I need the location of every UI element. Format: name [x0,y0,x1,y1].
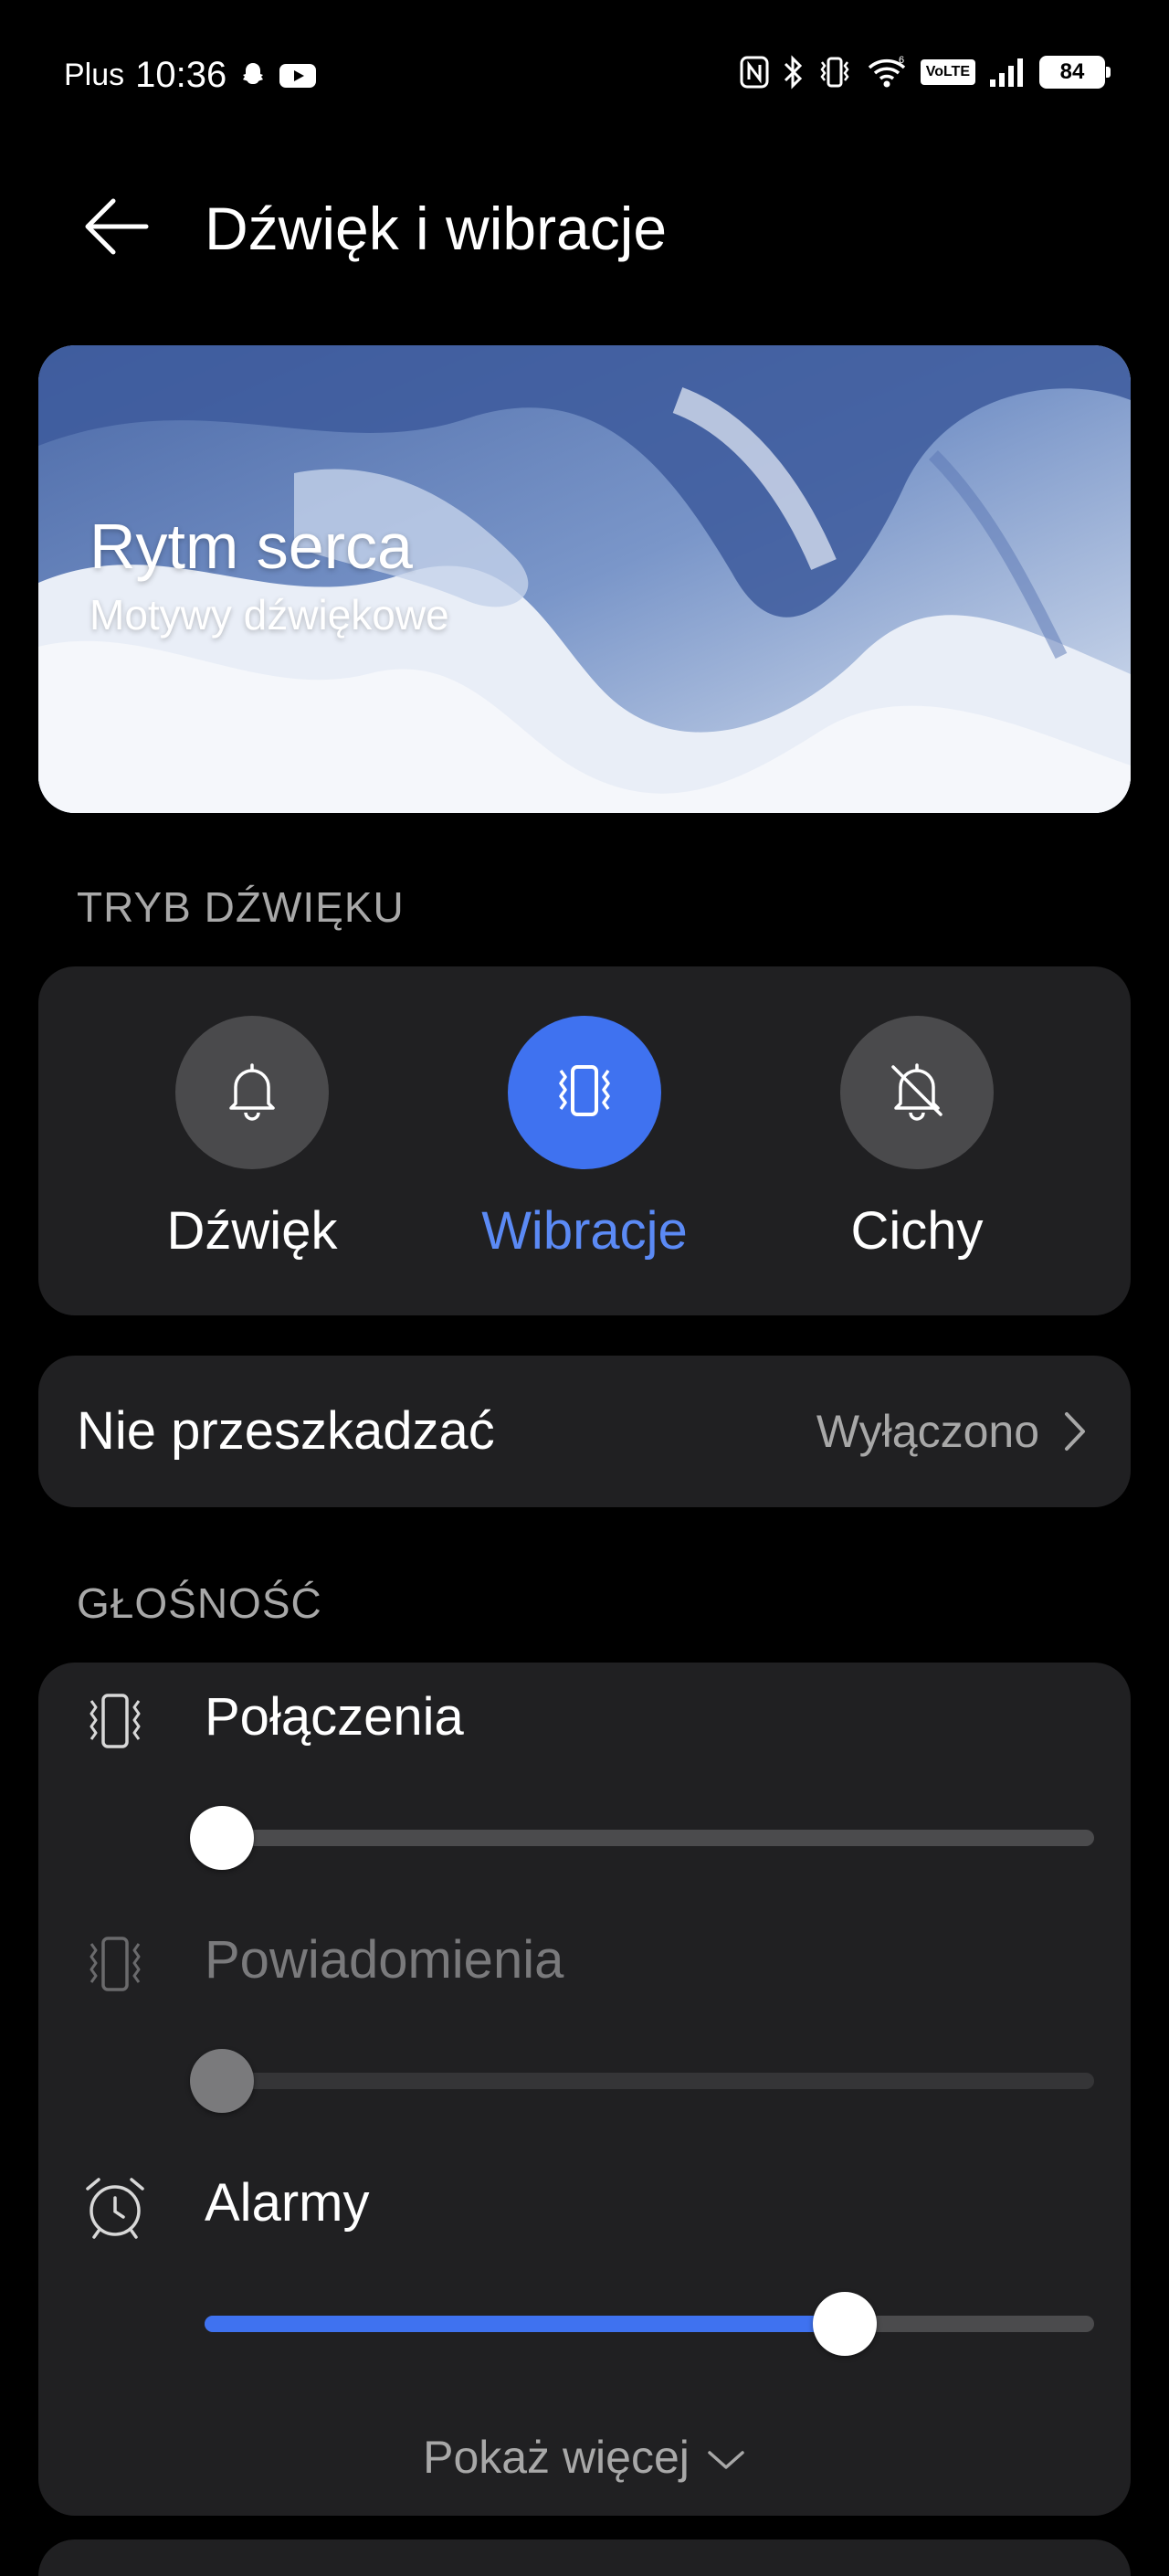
dnd-status: Wyłączono [816,1406,1039,1457]
alarm-clock-icon [79,2170,152,2243]
volume-label: Powiadomienia [205,1930,564,1990]
back-button[interactable] [71,183,163,274]
show-more-button[interactable]: Pokaż więcej [38,2412,1131,2503]
mode-sound-button[interactable] [175,1016,329,1169]
sound-mode-card: Dźwięk Wibracje Cichy [38,966,1131,1315]
vibrate-icon [79,1684,152,1758]
volume-slider-notifications[interactable] [190,2049,1094,2113]
mode-sound-label: Dźwięk [166,1201,338,1261]
banner-title: Rytm serca [90,511,413,582]
wifi-badge: 6 [899,55,904,66]
bluetooth-icon [782,55,804,90]
battery-icon: 84 [1039,56,1111,89]
carrier-name: Plus [64,58,125,92]
volume-slider-alarms[interactable] [205,2292,1094,2356]
dnd-title: Nie przeszkadzać [77,1401,495,1461]
slider-fill [205,2316,846,2332]
slider-thumb[interactable] [813,2292,878,2356]
mode-silent-label: Cichy [850,1201,984,1261]
vibrate-icon [548,1058,621,1128]
chevron-right-icon [1061,1409,1089,1459]
youtube-icon [279,62,317,90]
bell-icon [219,1058,285,1128]
dnd-row[interactable]: Nie przeszkadzać Wyłączono [38,1356,1131,1507]
vibrate-icon [79,1927,152,2001]
volte-icon: VoLTE [920,59,975,85]
arrow-left-icon [82,192,152,266]
section-title-volume: GŁOŚNOŚĆ [77,1579,322,1627]
status-left: Plus 10:36 [64,55,317,96]
chevron-down-icon [706,2431,746,2484]
mode-vibrate-option[interactable]: Wibracje [402,966,767,1315]
slider-thumb[interactable] [190,1806,255,1870]
banner-subtitle: Motywy dźwiękowe [90,591,449,639]
status-right: 6 VoLTE 84 [740,55,1111,90]
mode-silent-option[interactable]: Cichy [734,966,1100,1315]
show-more-label: Pokaż więcej [423,2432,690,2483]
volume-label: Połączenia [205,1687,464,1747]
volume-slider-calls[interactable] [190,1806,1094,1870]
slider-thumb[interactable] [190,2049,255,2113]
page-title: Dźwięk i wibracje [205,195,668,262]
app-header: Dźwięk i wibracje [0,155,1169,283]
sound-theme-banner[interactable]: Rytm serca Motywy dźwiękowe [38,345,1131,813]
bell-off-icon [884,1058,950,1128]
volume-row-notifications: Powiadomienia [38,1906,1131,2148]
mode-sound-option[interactable]: Dźwięk [69,966,435,1315]
volume-label: Alarmy [205,2173,370,2233]
volume-row-calls: Połączenia [38,1663,1131,1906]
signal-icon [988,56,1027,89]
mode-silent-button[interactable] [840,1016,994,1169]
nfc-icon [740,56,769,89]
wifi-icon: 6 [866,55,908,90]
volume-card: Połączenia Powiadomienia Alarmy Pokaż wi… [38,1663,1131,2516]
vibrate-icon [816,55,853,90]
next-card-peek [38,2539,1131,2576]
status-time: 10:36 [135,55,227,95]
section-title-sound-mode: TRYB DŹWIĘKU [77,883,405,931]
mode-vibrate-label: Wibracje [481,1201,688,1261]
snapchat-icon [237,60,269,91]
mode-vibrate-button[interactable] [508,1016,661,1169]
volume-row-alarms: Alarmy [38,2148,1131,2391]
status-bar: Plus 10:36 6 VoLTE 84 [0,0,1169,155]
